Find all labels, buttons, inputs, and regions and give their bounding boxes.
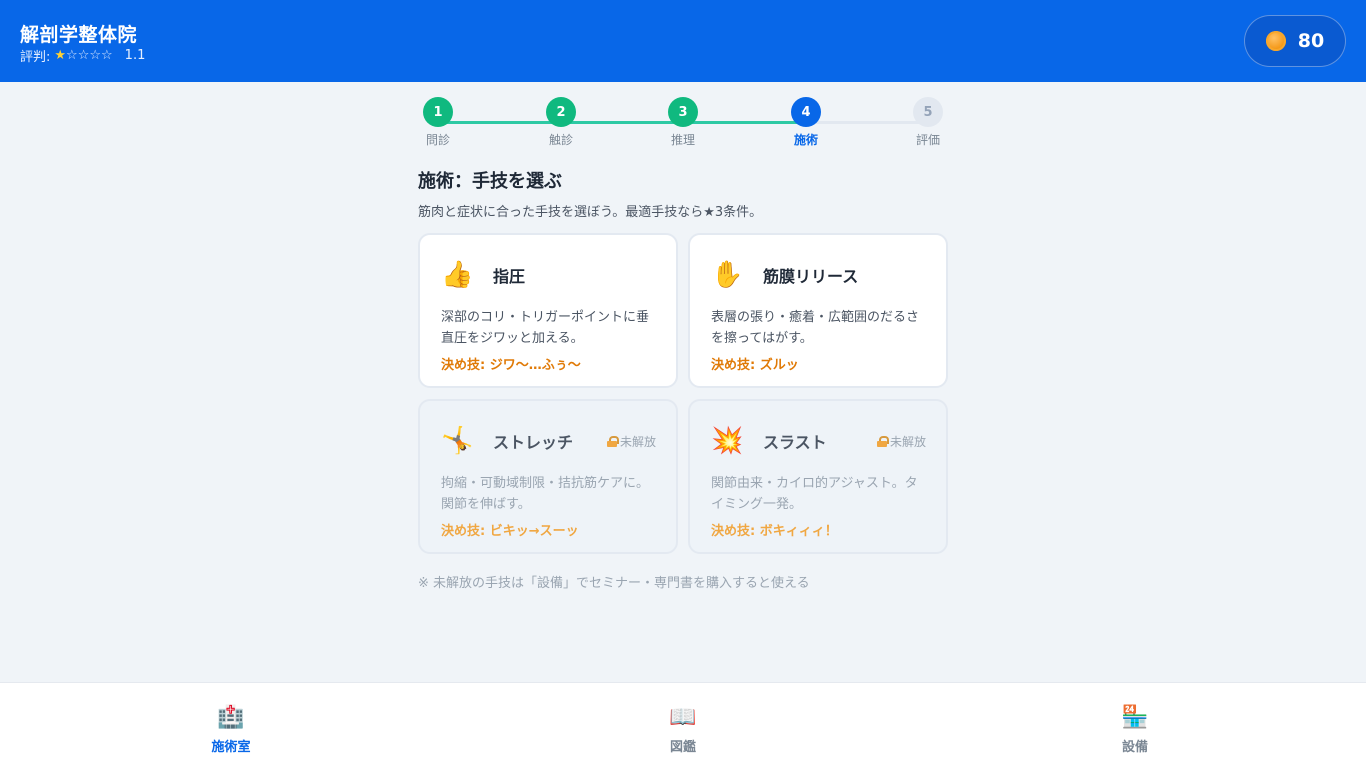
section-description: 筋肉と症状に合った手技を選ぼう。最適手技なら★3条件。 — [418, 205, 763, 220]
book-icon: 📖 — [669, 705, 697, 730]
step-circle: 3 — [668, 97, 698, 127]
nav-label: 図鑑 — [669, 740, 696, 755]
step-circle: 5 — [913, 97, 943, 127]
technique-special-move: 決め技: ズルッ — [711, 358, 799, 373]
shop-icon: 🏪 — [1121, 705, 1149, 730]
technique-card-thrust[interactable]: 💥 スラスト 未解放 関節由来・カイロ的アジャスト。タイミング一発。 決め技: … — [688, 399, 948, 554]
step-3: 3 推理 — [653, 97, 713, 148]
step-4: 4 施術 — [776, 97, 836, 148]
nav-label: 設備 — [1121, 740, 1148, 755]
app-header: 解剖学整体院 評判: ★ ☆ ☆ ☆ ☆ 1.1 80 — [0, 0, 1366, 82]
technique-card-stretch[interactable]: 🤸 ストレッチ 未解放 拘縮・可動域制限・拮抗筋ケアに。関節を伸ばす。 決め技:… — [418, 399, 678, 554]
step-label: 推理 — [670, 133, 695, 147]
coin-value: 80 — [1297, 30, 1325, 52]
star-empty-icon: ☆ — [89, 48, 102, 63]
reputation-rating: 評判: ★ ☆ ☆ ☆ ☆ 1.1 — [20, 46, 145, 65]
technique-description: 拘縮・可動域制限・拮抗筋ケアに。関節を伸ばす。 — [441, 476, 650, 512]
coin-icon — [1265, 31, 1286, 51]
technique-title: スラスト — [763, 433, 827, 452]
star-empty-icon: ☆ — [101, 48, 113, 63]
technique-description: 深部のコリ・トリガーポイントに垂直圧をジワッと加える。 — [441, 310, 650, 346]
technique-title: 指圧 — [493, 267, 526, 286]
star-empty-icon: ☆ — [66, 48, 78, 63]
step-label: 問診 — [425, 133, 450, 147]
nav-label: 施術室 — [211, 740, 251, 755]
star-empty-icon: ☆ — [77, 48, 90, 63]
technique-special-move: 決め技: ビキッ→スーッ — [441, 524, 579, 539]
technique-description: 表層の張り・癒着・広範囲のだるさを擦ってはがす。 — [711, 310, 920, 346]
step-1: 1 問診 — [408, 97, 468, 148]
technique-card-shiatsu[interactable]: 👍 指圧 深部のコリ・トリガーポイントに垂直圧をジワッと加える。 決め技: ジワ… — [418, 233, 678, 388]
star-filled-icon: ★ — [54, 48, 67, 63]
clinic-name: 解剖学整体院 — [20, 24, 138, 46]
unlock-footnote: ※ 未解放の手技は「設備」でセミナー・専門書を購入すると使える — [418, 576, 810, 591]
technique-special-move: 決め技: ジワ〜…ふぅ〜 — [441, 358, 581, 373]
rating-label: 評判: — [20, 50, 51, 65]
technique-card-fascia-release[interactable]: ✋ 筋膜リリース 表層の張り・癒着・広範囲のだるさを擦ってはがす。 決め技: ズ… — [688, 233, 948, 388]
locked-label: 未解放 — [889, 434, 926, 449]
lock-icon — [876, 435, 889, 447]
cartwheel-icon: 🤸 — [441, 426, 474, 456]
rating-value: 1.1 — [124, 48, 146, 63]
progress-stepper: 1 問診 2 触診 3 推理 4 施術 5 評価 — [418, 97, 948, 149]
clinic-room-icon: 🏥 — [217, 705, 245, 730]
step-circle: 4 — [791, 97, 821, 127]
step-label: 施術 — [793, 133, 818, 147]
step-5: 5 評価 — [898, 97, 958, 148]
technique-special-move: 決め技: ボキィィィ！ — [711, 524, 838, 539]
step-label: 評価 — [915, 133, 940, 147]
step-circle: 2 — [546, 97, 576, 127]
locked-badge: 未解放 — [606, 433, 656, 450]
locked-badge: 未解放 — [876, 433, 926, 450]
thumbs-up-icon: 👍 — [441, 260, 474, 290]
locked-label: 未解放 — [619, 434, 656, 449]
collision-icon: 💥 — [711, 426, 744, 456]
section-title: 施術：手技を選ぶ — [418, 171, 562, 192]
raised-hand-icon: ✋ — [711, 260, 744, 290]
nav-item-treatment-room[interactable]: 🏥 施術室 — [171, 705, 291, 755]
technique-title: 筋膜リリース — [763, 267, 859, 286]
coin-balance[interactable]: 80 — [1244, 15, 1346, 67]
step-2: 2 触診 — [531, 97, 591, 148]
lock-icon — [606, 435, 619, 447]
technique-description: 関節由来・カイロ的アジャスト。タイミング一発。 — [711, 476, 918, 512]
step-label: 触診 — [548, 133, 573, 147]
bottom-nav: 🏥 施術室 📖 図鑑 🏪 設備 — [0, 682, 1366, 768]
nav-item-encyclopedia[interactable]: 📖 図鑑 — [623, 705, 743, 755]
technique-title: ストレッチ — [493, 433, 574, 452]
rating-stars: ★ ☆ ☆ ☆ ☆ — [54, 48, 112, 63]
step-circle: 1 — [423, 97, 453, 127]
nav-item-equipment[interactable]: 🏪 設備 — [1075, 705, 1195, 755]
